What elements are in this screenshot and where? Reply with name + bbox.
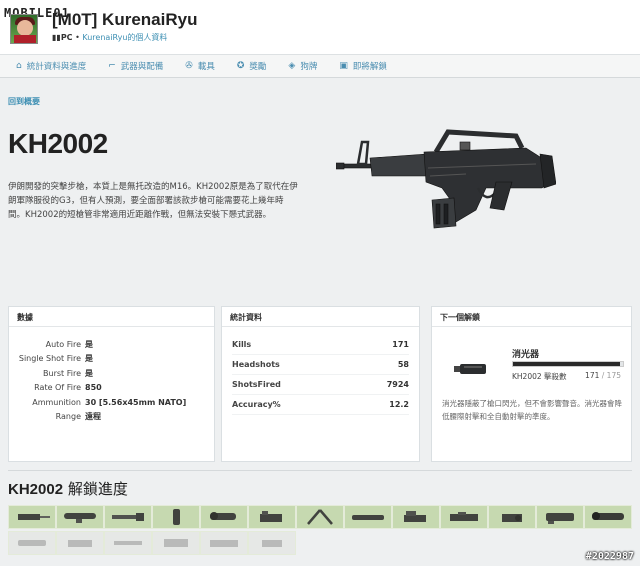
spec-row: Auto Fire 是 (45, 339, 93, 349)
compensator-icon (114, 541, 142, 545)
unlock-tile[interactable] (200, 531, 248, 555)
suppressor-icon (454, 364, 486, 374)
sniper-scope-icon (592, 512, 624, 520)
reflex-sight-icon (260, 511, 282, 522)
unlock-tile[interactable] (104, 531, 152, 555)
unlock-tile[interactable] (152, 531, 200, 555)
section-divider (8, 470, 632, 471)
tactical-light-icon (68, 540, 92, 547)
dogtag-icon: ◈ (288, 61, 296, 71)
statistics-panel: 統計資料 Kills 171 Headshots 58 ShotsFired 7924… (221, 306, 420, 462)
unlock-progress-bar (512, 361, 624, 367)
stat-row-headshots: Headshots 58 (232, 355, 409, 375)
unlock-tile[interactable] (392, 505, 440, 529)
laser-sight-icon (18, 514, 50, 520)
unlock-tile[interactable] (248, 531, 296, 555)
nav-vehicles[interactable]: ✇ 載具 (185, 60, 215, 72)
acog-scope-icon (210, 512, 236, 520)
nav-upcoming-unlocks[interactable]: ▣ 即將解鎖 (339, 60, 387, 72)
nav-awards[interactable]: ✪ 獎勵 (237, 60, 267, 72)
unlock-tile[interactable] (56, 505, 104, 529)
pka-scope-icon (450, 512, 478, 521)
unlock-tile[interactable] (152, 505, 200, 529)
watermark: #2022987 (585, 551, 634, 562)
nav-dogtags[interactable]: ◈ 狗牌 (288, 60, 317, 72)
weapon-description: 伊朗開發的突擊步槍，本質上是無托改造的M16。KH2002原是為了取代在伊朗軍隊… (8, 182, 298, 220)
spec-row: Single Shot Fire 是 (18, 354, 93, 364)
unlock-tile[interactable] (536, 505, 584, 529)
stat-row-accuracy: Accuracy% 12.2 (232, 395, 409, 415)
extended-mag-icon (210, 540, 238, 547)
spec-row: Burst Fire 是 (43, 368, 93, 378)
specs-panel: 數據 Auto Fire 是 Single Shot Fire 是 Burst Fi… (8, 306, 215, 462)
unlock-tile[interactable] (440, 505, 488, 529)
profile-meta: ▮▮PC • KurenaiRyu的個人資料 (52, 32, 167, 43)
next-unlock-title: 下一個解鎖 (432, 307, 631, 327)
spec-row: Range 遠程 (55, 412, 101, 422)
suppressor-icon (18, 540, 46, 546)
unlock-criteria: KH2002 擊殺數 (512, 372, 567, 381)
unlock-tile[interactable] (488, 505, 536, 529)
kh2002-rifle-icon (336, 129, 556, 229)
stat-row-kills: Kills 171 (232, 335, 409, 355)
holo-sight-icon (404, 511, 426, 522)
unlock-progress-title: KH2002 解鎖進度 (8, 480, 128, 498)
m145-scope-icon (164, 539, 188, 547)
flash-suppressor-icon (112, 513, 144, 521)
unlock-tile[interactable] (8, 531, 56, 555)
home-icon: ⌂ (16, 61, 22, 71)
unlock-tile[interactable] (584, 505, 632, 529)
profile-link[interactable]: KurenaiRyu的個人資料 (82, 33, 167, 42)
rangefinder-icon (262, 540, 282, 547)
nav-weapons[interactable]: ⌐ 武器與配備 (108, 60, 163, 72)
ir-scope-icon (546, 513, 574, 524)
bipod-icon (307, 509, 333, 525)
unlock-tile[interactable] (296, 505, 344, 529)
avatar[interactable] (10, 14, 38, 44)
unlock-tile[interactable] (248, 505, 296, 529)
unlock-tile[interactable] (104, 505, 152, 529)
unlock-tile[interactable] (8, 505, 56, 529)
unlock-tile[interactable] (344, 505, 392, 529)
lock-icon: ▣ (339, 61, 348, 71)
rifle-scope-icon (64, 513, 96, 523)
platform-icon: ▮▮ (52, 33, 61, 42)
platform-label: PC (60, 33, 73, 42)
nav-stats-progress[interactable]: ⌂ 統計資料與進度 (16, 60, 86, 72)
kobra-sight-icon (502, 514, 522, 522)
unlock-count: 171 / 175 (585, 371, 621, 380)
profile-header: MOBILE01 [M0T] KurenaiRyu ▮▮PC • Kurenai… (0, 0, 640, 54)
unlock-tile[interactable] (56, 531, 104, 555)
vehicle-icon: ✇ (185, 61, 193, 71)
back-to-overview-link[interactable]: 回到概要 (8, 96, 40, 107)
separator: • (75, 33, 80, 42)
stat-row-shots-fired: ShotsFired 7924 (232, 375, 409, 395)
weapon-title: KH2002 (8, 128, 108, 159)
next-unlock-panel: 下一個解鎖 消光器 KH2002 擊殺數 171 / 175 消光器隱蔽了槍口閃… (431, 306, 632, 462)
heavy-barrel-icon (352, 515, 384, 520)
username: [M0T] KurenaiRyu (52, 10, 198, 29)
next-unlock-description: 消光器隱蔽了槍口閃光，但不會影響聲音。消光器會降低腰際射擊和全自動射擊的準度。 (442, 399, 622, 421)
gun-icon: ⌐ (108, 61, 116, 71)
unlock-tile[interactable] (200, 505, 248, 529)
spec-row: Ammunition 30 [5.56x45mm NATO] (32, 397, 187, 407)
spec-row: Rate Of Fire 850 (34, 383, 102, 393)
statistics-title: 統計資料 (222, 307, 419, 327)
foregrip-icon (173, 509, 180, 525)
medal-icon: ✪ (236, 61, 245, 71)
stats-nav: ⌂ 統計資料與進度 ⌐ 武器與配備 ✇ 載具 ✪ 獎勵 ◈ 狗牌 ▣ 即將解鎖 (0, 54, 640, 78)
specs-title: 數據 (9, 307, 214, 327)
next-unlock-name: 消光器 (512, 350, 540, 360)
